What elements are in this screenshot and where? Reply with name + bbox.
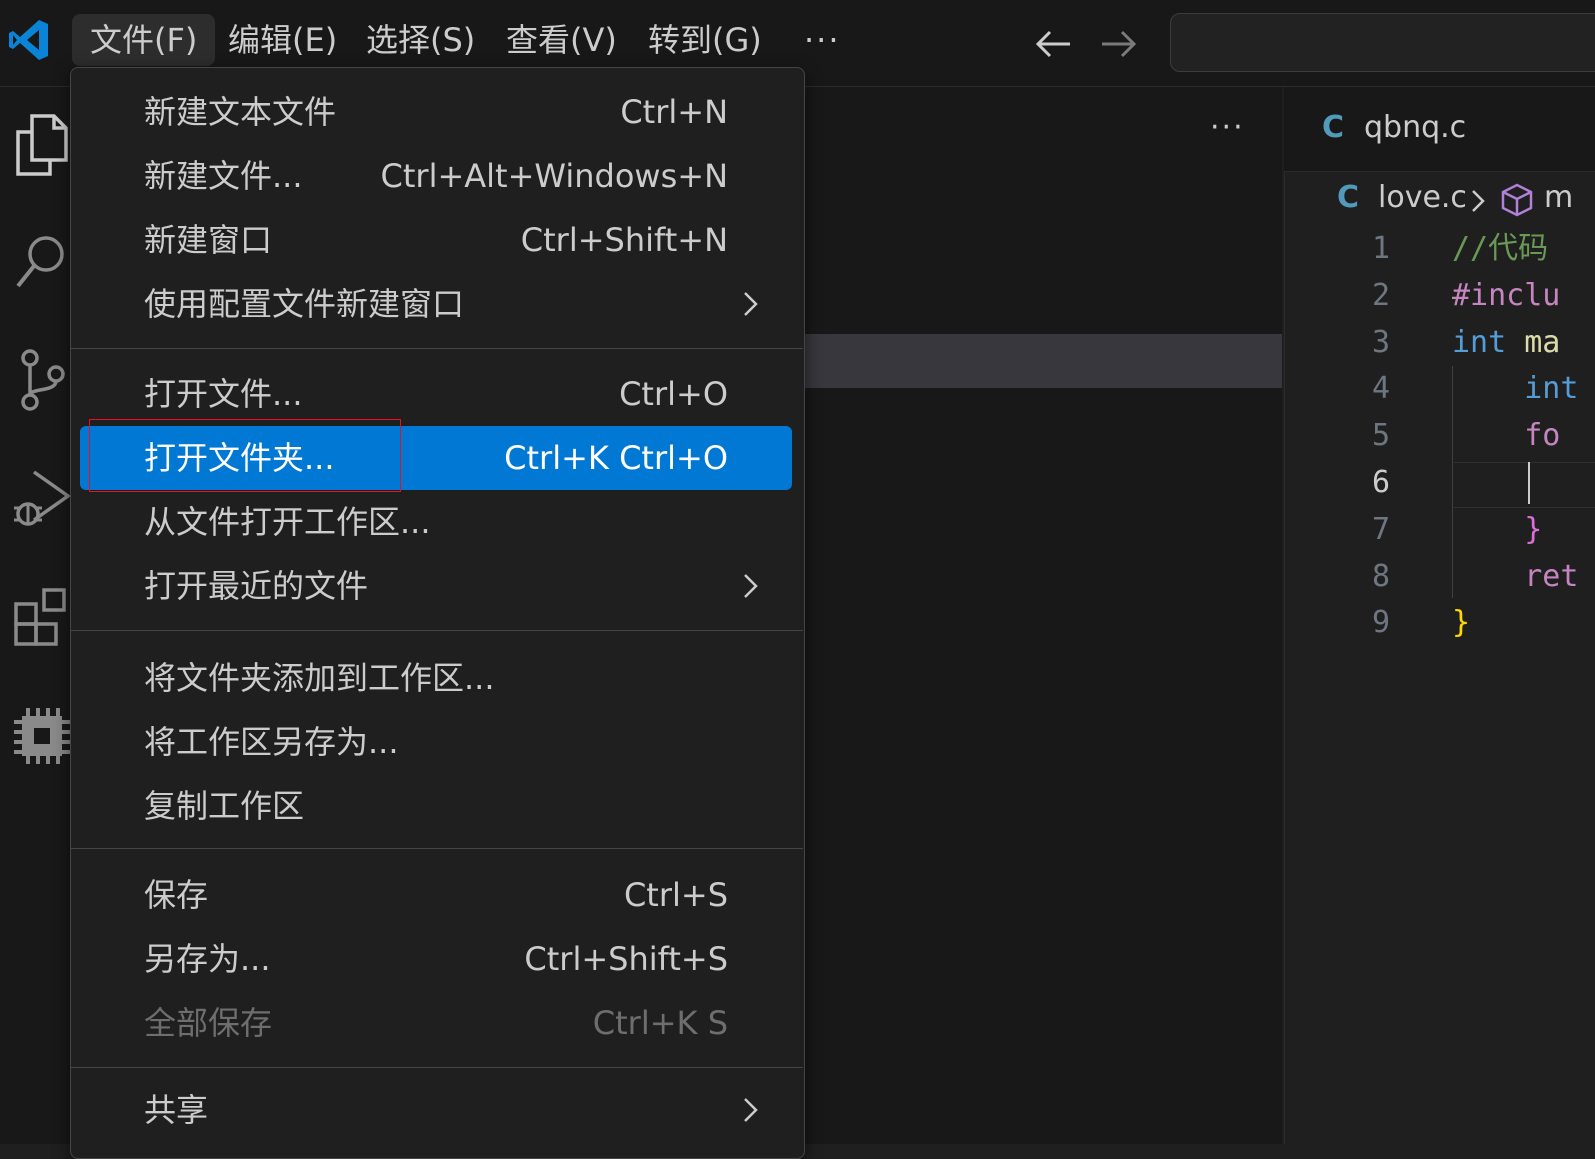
menu-item-save-workspace-as[interactable]: 将工作区另存为... [80,710,792,774]
more-actions-button[interactable]: ··· [1210,110,1245,145]
arrow-left-icon[interactable] [1030,24,1076,64]
menu-item-label: 打开文件... [144,375,303,413]
menu-item-open-recent[interactable]: 打开最近的文件 [80,554,792,618]
line-number: 6 [1371,465,1390,500]
menu-separator [70,1067,803,1068]
menu-item-label: 复制工作区 [144,787,305,825]
menu-item-save[interactable]: 保存 Ctrl+S [80,863,792,927]
menu-item-shortcut: Ctrl+K Ctrl+O [504,439,728,477]
line-number: 9 [1371,605,1390,641]
menu-item-label: 从文件打开工作区... [144,503,431,541]
line-number: 4 [1371,371,1390,407]
menu-item-shortcut: Ctrl+Shift+S [524,940,728,978]
menu-view[interactable]: 查看(V) [488,14,635,66]
extensions-icon[interactable] [10,586,70,650]
code-token: int [1452,324,1507,360]
code-token: ma [1506,324,1561,360]
menu-item-duplicate-workspace[interactable]: 复制工作区 [80,774,792,838]
code-line[interactable]: fo [1452,413,1595,459]
code-line[interactable]: //代码 [1452,226,1595,272]
menu-item-label: 新建窗口 [144,221,273,259]
line-number: 8 [1371,558,1390,594]
chip-board-icon[interactable] [10,704,70,768]
vscode-logo-icon [9,20,48,60]
menu-separator [70,348,803,349]
menu-item-open-workspace-from-file[interactable]: 从文件打开工作区... [80,490,792,554]
menu-item-share[interactable]: 共享 [80,1078,792,1142]
cube-symbol-icon [1501,183,1533,217]
menu-edit[interactable]: 编辑(E) [210,14,355,66]
current-line-highlight [1454,462,1595,508]
code-line[interactable]: ret [1452,554,1595,600]
line-number: 7 [1371,511,1390,547]
line-number: 1 [1371,231,1390,266]
code-line[interactable]: int [1452,366,1595,412]
menu-item-label: 将工作区另存为... [144,723,399,761]
menu-item-label: 另存为... [144,940,271,978]
code-token: #inclu [1452,277,1561,313]
menu-item-new-window-with-profile[interactable]: 使用配置文件新建窗口 [80,272,792,336]
menu-item-label: 将文件夹添加到工作区... [144,659,495,697]
line-number: 5 [1371,418,1390,454]
run-debug-icon[interactable] [10,466,70,530]
command-center-search[interactable] [1170,13,1595,72]
code-token: } [1452,605,1471,641]
menu-item-new-text-file[interactable]: 新建文本文件 Ctrl+N [80,80,792,144]
source-control-icon[interactable] [10,348,70,412]
menu-item-add-folder-to-workspace[interactable]: 将文件夹添加到工作区... [80,646,792,710]
code-token: ret [1452,558,1579,594]
menu-item-label: 共享 [144,1091,209,1129]
code-line[interactable]: #inclu [1452,273,1595,319]
menu-item-shortcut: Ctrl+N [620,93,728,131]
code-token: } [1452,511,1543,547]
menu-item-shortcut: Ctrl+S [623,876,728,914]
code-line[interactable]: int ma [1452,320,1595,366]
menu-item-label: 新建文件... [144,157,303,195]
code-token: int [1452,371,1579,407]
menu-item-open-file[interactable]: 打开文件... Ctrl+O [80,362,792,426]
menu-item-label: 使用配置文件新建窗口 [144,285,465,323]
c-file-icon: C [1322,110,1345,145]
menu-item-shortcut: Ctrl+O [619,375,728,413]
chevron-right-icon [744,292,758,316]
menu-item-save-as[interactable]: 另存为... Ctrl+Shift+S [80,927,792,991]
breadcrumb-symbol[interactable]: m [1544,180,1573,215]
menu-item-label: 打开最近的文件 [144,567,369,605]
menu-item-shortcut: Ctrl+Shift+N [520,221,728,259]
menu-item-new-file[interactable]: 新建文件... Ctrl+Alt+Windows+N [80,144,792,208]
arrow-right-icon[interactable] [1096,24,1142,64]
menu-item-save-all[interactable]: 全部保存 Ctrl+K S [80,991,792,1055]
menu-go[interactable]: 转到(G) [630,14,780,66]
c-file-icon: C [1337,180,1360,215]
menu-file[interactable]: 文件(F) [72,14,216,66]
line-number: 3 [1371,324,1390,360]
menu-item-label: 新建文本文件 [144,93,337,131]
breadcrumb-file[interactable]: love.c [1378,180,1467,215]
menu-overflow[interactable]: ··· [786,14,859,66]
menu-item-shortcut: Ctrl+K S [592,1004,728,1042]
explorer-files-icon[interactable] [10,112,70,176]
menu-separator [70,848,803,849]
search-icon[interactable] [10,230,70,294]
code-line[interactable]: } [1452,507,1595,553]
text-cursor [1528,462,1530,504]
menu-selection[interactable]: 选择(S) [348,14,493,66]
code-token: //代码 [1452,231,1549,266]
menu-separator [70,630,803,631]
chevron-right-icon [744,574,758,598]
chevron-right-icon [744,1098,758,1122]
menu-item-shortcut: Ctrl+Alt+Windows+N [380,157,728,195]
indent-guide [1452,366,1453,598]
code-token: fo [1452,418,1561,454]
menu-item-label: 保存 [144,876,209,914]
menu-item-new-window[interactable]: 新建窗口 Ctrl+Shift+N [80,208,792,272]
editor-tab-label[interactable]: qbnq.c [1364,110,1466,145]
code-line[interactable]: } [1452,600,1595,646]
chevron-right-icon [1472,190,1485,212]
annotation-highlight-box [89,419,401,492]
menu-item-label: 全部保存 [144,1004,273,1042]
line-number: 2 [1371,277,1390,313]
